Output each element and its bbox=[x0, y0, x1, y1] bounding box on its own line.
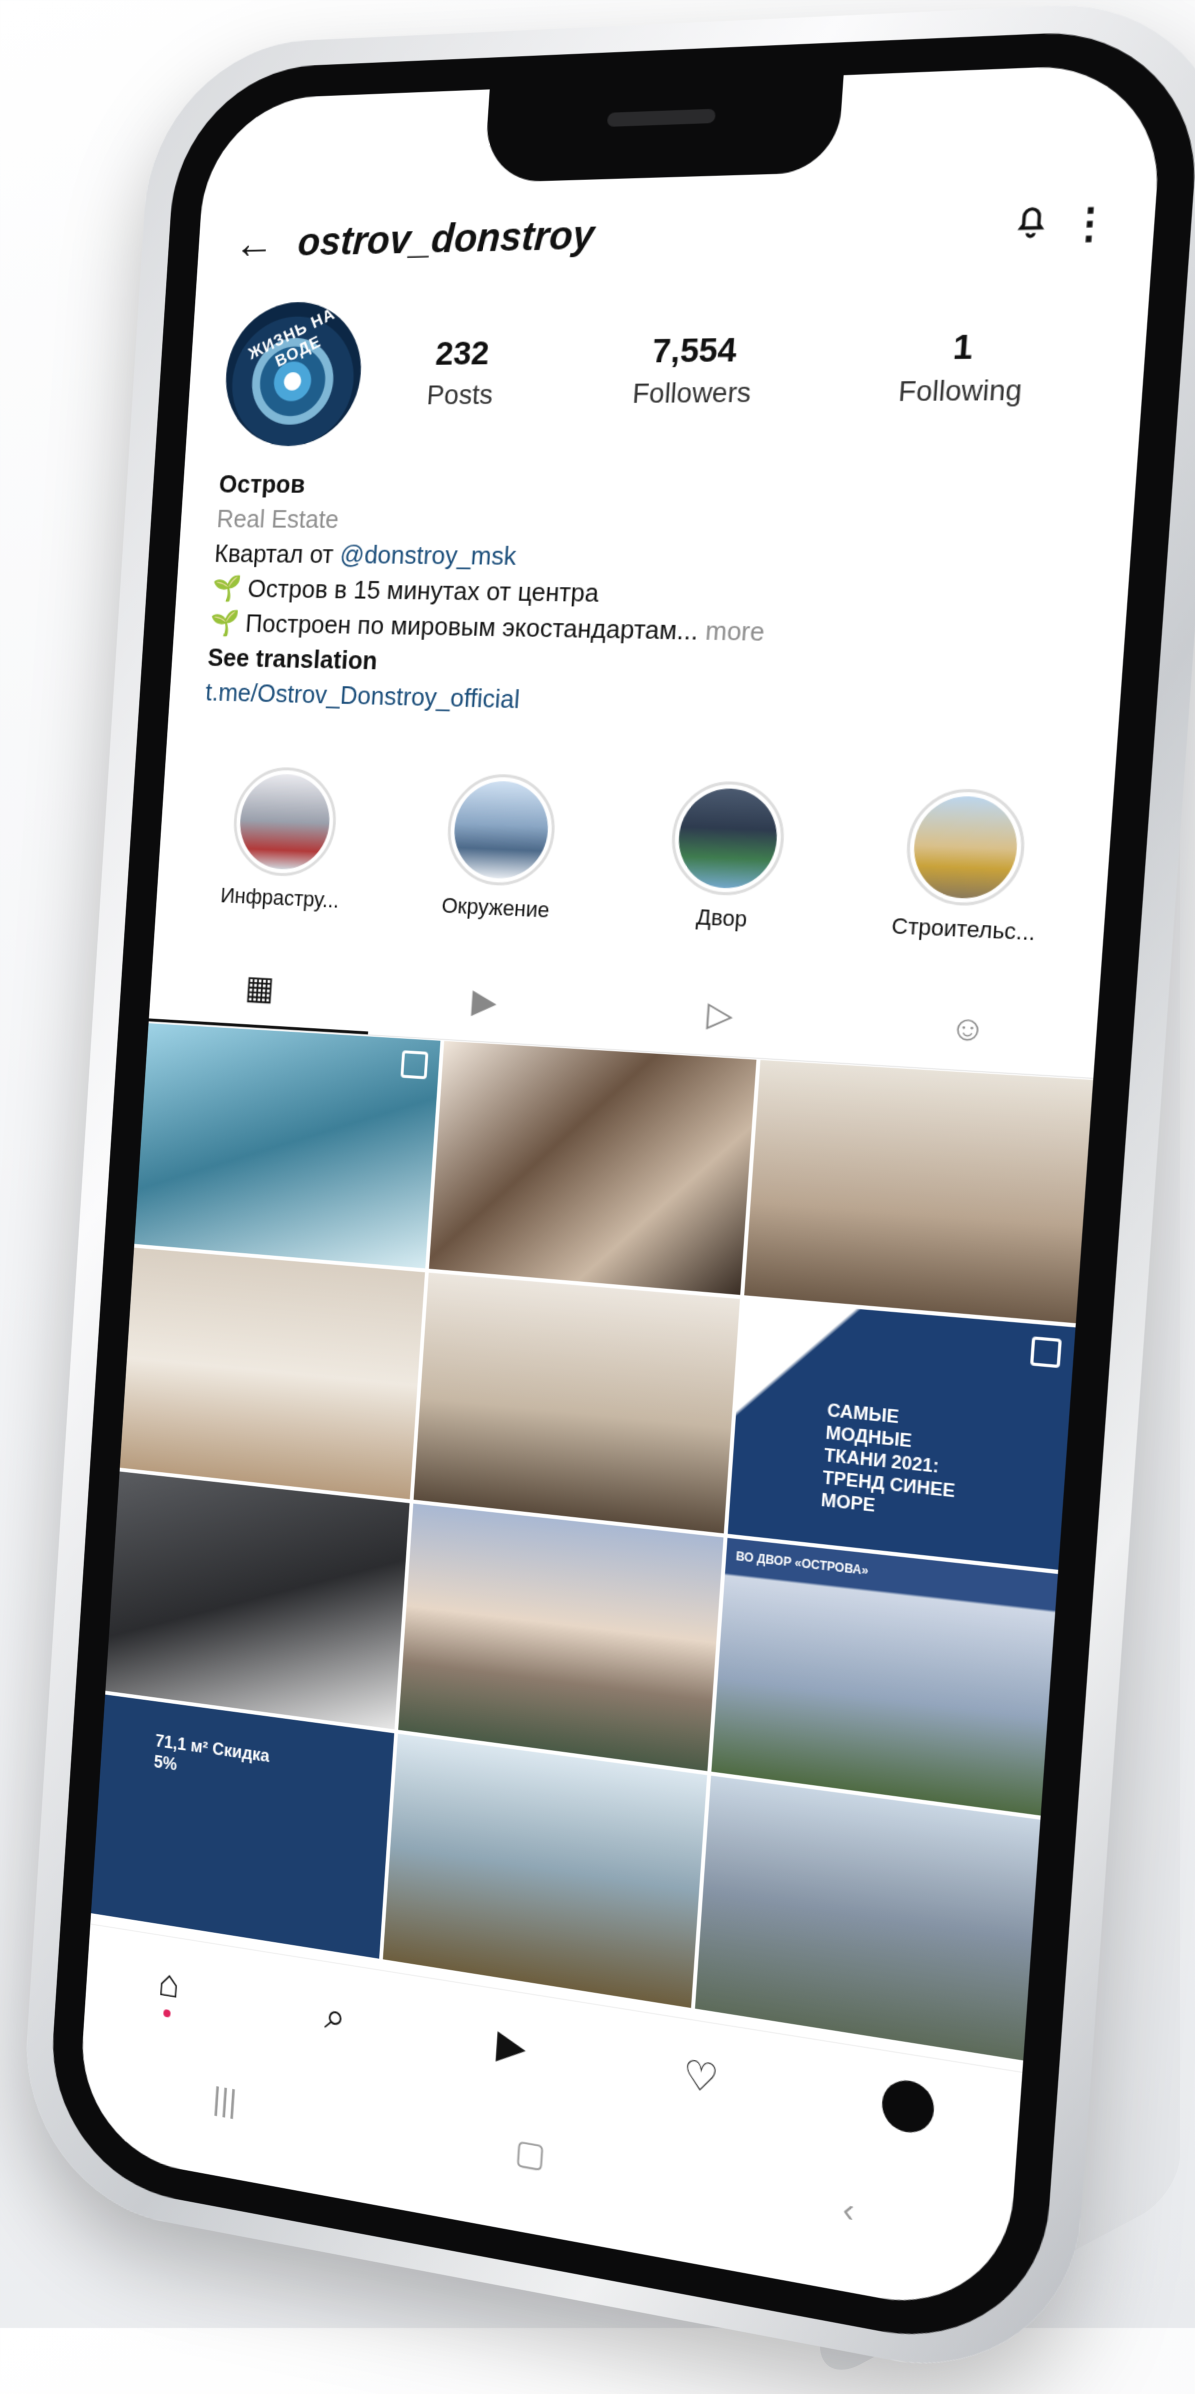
post-tile[interactable]: 71,1 м² Скидка 5% bbox=[91, 1694, 395, 1959]
camera-notch bbox=[483, 73, 844, 183]
stat-followers[interactable]: 7,554 Followers bbox=[631, 330, 755, 409]
phone-screen: ← ostrov_donstroy ⋮ ЖИЗНЬ НА ВОДЕ 232 Po… bbox=[75, 62, 1166, 2322]
highlight-cover bbox=[236, 772, 332, 872]
highlight-cover bbox=[675, 787, 780, 891]
tagged-icon[interactable]: ☺ bbox=[839, 981, 1099, 1078]
reels-icon[interactable]: ▶ bbox=[368, 956, 603, 1048]
avatar[interactable]: ЖИЗНЬ НА ВОДЕ bbox=[221, 300, 366, 447]
bell-icon[interactable] bbox=[992, 198, 1070, 252]
notification-dot bbox=[163, 2008, 171, 2018]
post-tile[interactable]: ВО ДВОР «ОСТРОВА» bbox=[711, 1537, 1058, 1816]
post-grid: САМЫЕ МОДНЫЕ ТКАНИ 2021: ТРЕНД СИНЕЕ МОР… bbox=[91, 1023, 1094, 2061]
recent-apps-icon[interactable]: ||| bbox=[212, 2080, 238, 2121]
highlight-ring bbox=[230, 765, 339, 879]
stat-value: 232 bbox=[434, 333, 491, 373]
profile-display-name: Остров bbox=[218, 469, 307, 499]
reels-nav-icon[interactable]: ▶ bbox=[495, 2021, 527, 2071]
post-tile[interactable]: САМЫЕ МОДНЫЕ ТКАНИ 2021: ТРЕНД СИНЕЕ МОР… bbox=[727, 1299, 1076, 1570]
phone: ← ostrov_donstroy ⋮ ЖИЗНЬ НА ВОДЕ 232 Po… bbox=[17, 0, 1195, 2394]
home-icon[interactable]: ⌂ bbox=[156, 1961, 181, 2019]
post-tile[interactable] bbox=[398, 1503, 724, 1772]
video-icon[interactable]: ▷ bbox=[598, 968, 845, 1062]
stat-label: Posts bbox=[425, 378, 494, 410]
bio-text: 🌱 Построен по мировым экостандартам... bbox=[209, 608, 700, 646]
story-highlights: Инфрастру... Окружение Двор Строительс..… bbox=[174, 764, 1092, 948]
heart-icon[interactable]: ♡ bbox=[681, 2051, 720, 2103]
post-caption: 71,1 м² Скидка 5% bbox=[153, 1731, 271, 1775]
carousel-icon bbox=[400, 1050, 429, 1080]
stat-value: 1 bbox=[951, 326, 975, 367]
bio-mention-link[interactable]: @donstroy_msk bbox=[339, 540, 517, 571]
post-tile[interactable] bbox=[413, 1272, 740, 1534]
post-caption: САМЫЕ МОДНЫЕ ТКАНИ 2021: ТРЕНД СИНЕЕ МОР… bbox=[820, 1399, 956, 1516]
back-arrow-icon[interactable]: ← bbox=[233, 219, 299, 269]
more-options-icon[interactable]: ⋮ bbox=[1067, 199, 1113, 249]
highlight-label: Окружение bbox=[440, 892, 551, 923]
post-tile[interactable] bbox=[383, 1733, 707, 2008]
post-tile[interactable] bbox=[694, 1775, 1041, 2061]
highlight-item[interactable]: Окружение bbox=[433, 772, 566, 923]
grid-icon[interactable]: ▦ bbox=[148, 945, 374, 1035]
highlight-cover bbox=[910, 794, 1020, 901]
post-caption: ВО ДВОР «ОСТРОВА» bbox=[735, 1549, 869, 1578]
profile-username: ostrov_donstroy bbox=[296, 213, 596, 264]
stat-label: Following bbox=[897, 373, 1024, 407]
stat-posts[interactable]: 232 Posts bbox=[426, 334, 497, 411]
post-tile[interactable] bbox=[134, 1023, 441, 1269]
stat-following[interactable]: 1 Following bbox=[897, 326, 1026, 408]
post-tile[interactable] bbox=[743, 1059, 1094, 1324]
stat-label: Followers bbox=[631, 376, 753, 409]
profile-summary: ЖИЗНЬ НА ВОДЕ 232 Posts 7,554 Followers … bbox=[221, 286, 1107, 447]
profile-bio: Остров Real Estate Квартал от @donstroy_… bbox=[205, 466, 1094, 731]
avatar-logo-text: ЖИЗНЬ НА ВОДЕ bbox=[246, 304, 338, 371]
profile-dot bbox=[880, 2076, 936, 2137]
highlight-item[interactable]: Двор bbox=[656, 779, 796, 934]
highlight-label: Инфрастру... bbox=[219, 882, 340, 913]
stat-value: 7,554 bbox=[651, 330, 738, 370]
highlight-item[interactable]: Инфрастру... bbox=[219, 765, 347, 914]
highlight-label: Строительс... bbox=[890, 912, 1037, 946]
highlight-cover bbox=[450, 779, 551, 881]
profile-avatar-icon[interactable] bbox=[880, 2076, 936, 2147]
post-tile[interactable] bbox=[105, 1471, 410, 1730]
post-tile[interactable] bbox=[119, 1247, 426, 1500]
system-home-icon[interactable]: ▢ bbox=[514, 2132, 547, 2177]
home-glyph: ⌂ bbox=[156, 1960, 181, 2007]
profile-header: ← ostrov_donstroy ⋮ bbox=[233, 191, 1114, 273]
bio-text: Квартал от bbox=[213, 538, 342, 569]
highlight-ring bbox=[667, 779, 788, 898]
post-tile[interactable] bbox=[429, 1040, 757, 1295]
search-icon[interactable]: ⌕ bbox=[324, 1994, 347, 2041]
profile-stats: 232 Posts 7,554 Followers 1 Following bbox=[358, 325, 1104, 411]
highlight-item[interactable]: Строительс... bbox=[891, 787, 1038, 946]
highlight-label: Двор bbox=[695, 904, 748, 932]
carousel-icon bbox=[1030, 1336, 1062, 1369]
bio-more-link[interactable]: more bbox=[704, 615, 765, 646]
highlight-ring bbox=[902, 787, 1028, 908]
system-back-icon[interactable]: ‹ bbox=[841, 2189, 856, 2231]
highlight-ring bbox=[443, 772, 558, 888]
